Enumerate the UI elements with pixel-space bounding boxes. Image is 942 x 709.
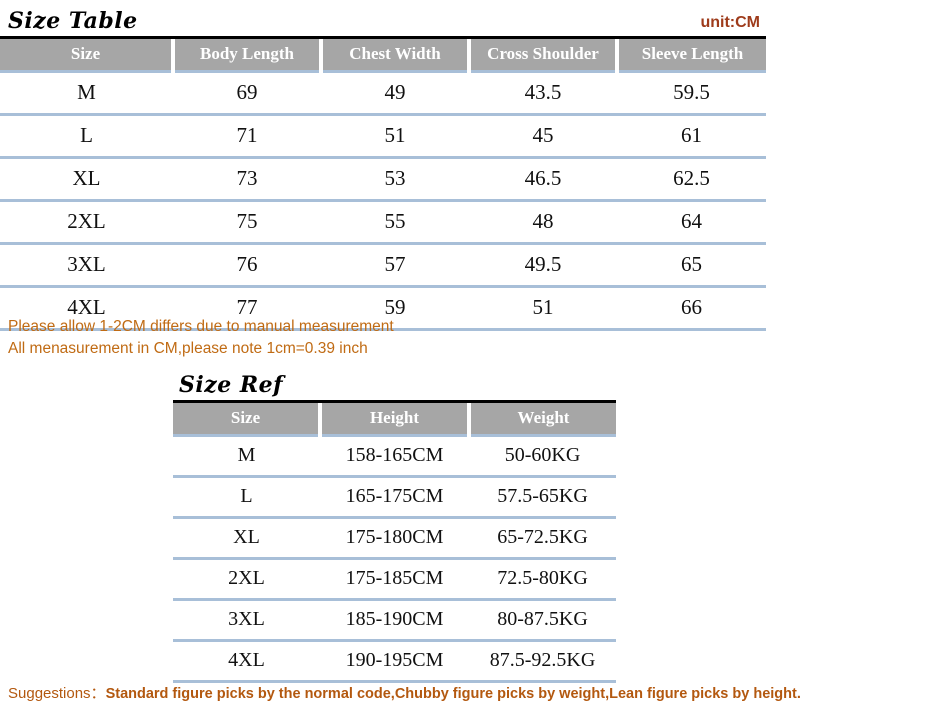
cell-height: 175-185CM: [320, 558, 469, 601]
cell-size: 3XL: [173, 599, 320, 642]
cell-height: 175-180CM: [320, 517, 469, 560]
table-row: XL 175-180CM 65-72.5KG: [173, 517, 616, 560]
cell-chest-width: 51: [321, 114, 469, 159]
cell-cross-shoulder: 45: [469, 114, 617, 159]
cell-body-length: 71: [173, 114, 321, 159]
cell-height: 185-190CM: [320, 599, 469, 642]
cell-sleeve-length: 65: [617, 243, 766, 288]
cell-body-length: 75: [173, 200, 321, 245]
table-row: XL 73 53 46.5 62.5: [0, 157, 766, 202]
cell-sleeve-length: 62.5: [617, 157, 766, 202]
size-table: Size Body Length Chest Width Cross Shoul…: [0, 39, 766, 331]
cell-cross-shoulder: 51: [469, 286, 617, 331]
cell-height: 158-165CM: [320, 435, 469, 478]
cell-chest-width: 53: [321, 157, 469, 202]
suggestions-line: Suggestions：Standard figure picks by the…: [8, 682, 801, 703]
cell-sleeve-length: 64: [617, 200, 766, 245]
cell-weight: 57.5-65KG: [469, 476, 616, 519]
size-ref-header-row: Size Height Weight: [173, 403, 616, 437]
size-table-header-row: Size Body Length Chest Width Cross Shoul…: [0, 39, 766, 73]
cell-sleeve-length: 66: [617, 286, 766, 331]
column-header-body-length: Body Length: [171, 39, 321, 73]
table-row: M 158-165CM 50-60KG: [173, 435, 616, 478]
table-row: 2XL 175-185CM 72.5-80KG: [173, 558, 616, 601]
cell-size: L: [0, 114, 173, 159]
cell-weight: 72.5-80KG: [469, 558, 616, 601]
cell-cross-shoulder: 43.5: [469, 71, 617, 116]
column-header-size: Size: [173, 403, 320, 437]
cell-cross-shoulder: 49.5: [469, 243, 617, 288]
size-ref-table: Size Height Weight M 158-165CM 50-60KG L…: [173, 403, 616, 683]
table-row: 3XL 185-190CM 80-87.5KG: [173, 599, 616, 642]
cell-size: L: [173, 476, 320, 519]
size-table-block: Size Table unit:CM Size Body Length Ches…: [0, 2, 766, 331]
table-row: L 71 51 45 61: [0, 114, 766, 159]
suggestions-text: Standard figure picks by the normal code…: [105, 686, 801, 702]
cell-body-length: 73: [173, 157, 321, 202]
cell-size: M: [173, 435, 320, 478]
table-row: 2XL 75 55 48 64: [0, 200, 766, 245]
table-row: M 69 49 43.5 59.5: [0, 71, 766, 116]
note-line-2: All menasurement in CM,please note 1cm=0…: [8, 340, 368, 357]
cell-size: M: [0, 71, 173, 116]
cell-chest-width: 57: [321, 243, 469, 288]
cell-cross-shoulder: 48: [469, 200, 617, 245]
cell-chest-width: 55: [321, 200, 469, 245]
note-line-1: Please allow 1-2CM differs due to manual…: [8, 318, 394, 335]
column-header-size: Size: [0, 39, 173, 73]
measurement-notes: Please allow 1-2CM differs due to manual…: [8, 316, 394, 360]
cell-size: XL: [173, 517, 320, 560]
cell-height: 190-195CM: [320, 640, 469, 683]
cell-size: 2XL: [173, 558, 320, 601]
cell-cross-shoulder: 46.5: [469, 157, 617, 202]
cell-size: XL: [0, 157, 173, 202]
table-row: 3XL 76 57 49.5 65: [0, 243, 766, 288]
column-header-height: Height: [318, 403, 469, 437]
suggestions-label: Suggestions：: [8, 685, 106, 702]
cell-height: 165-175CM: [320, 476, 469, 519]
table-row: 4XL 190-195CM 87.5-92.5KG: [173, 640, 616, 683]
cell-body-length: 69: [173, 71, 321, 116]
cell-sleeve-length: 61: [617, 114, 766, 159]
size-table-title: Size Table: [8, 8, 138, 34]
unit-label: unit:CM: [700, 14, 760, 31]
cell-weight: 87.5-92.5KG: [469, 640, 616, 683]
cell-weight: 65-72.5KG: [469, 517, 616, 560]
column-header-sleeve-length: Sleeve Length: [615, 39, 766, 73]
column-header-cross-shoulder: Cross Shoulder: [467, 39, 617, 73]
cell-sleeve-length: 59.5: [617, 71, 766, 116]
cell-size: 3XL: [0, 243, 173, 288]
column-header-weight: Weight: [467, 403, 616, 437]
size-table-title-row: Size Table unit:CM: [0, 2, 766, 36]
cell-chest-width: 49: [321, 71, 469, 116]
cell-weight: 50-60KG: [469, 435, 616, 478]
size-ref-block: Size Ref Size Height Weight M 158-165CM …: [173, 366, 616, 683]
cell-body-length: 76: [173, 243, 321, 288]
table-row: L 165-175CM 57.5-65KG: [173, 476, 616, 519]
cell-weight: 80-87.5KG: [469, 599, 616, 642]
size-ref-title-row: Size Ref: [173, 366, 616, 400]
size-ref-title: Size Ref: [179, 372, 284, 398]
cell-size: 2XL: [0, 200, 173, 245]
cell-size: 4XL: [173, 640, 320, 683]
column-header-chest-width: Chest Width: [319, 39, 469, 73]
